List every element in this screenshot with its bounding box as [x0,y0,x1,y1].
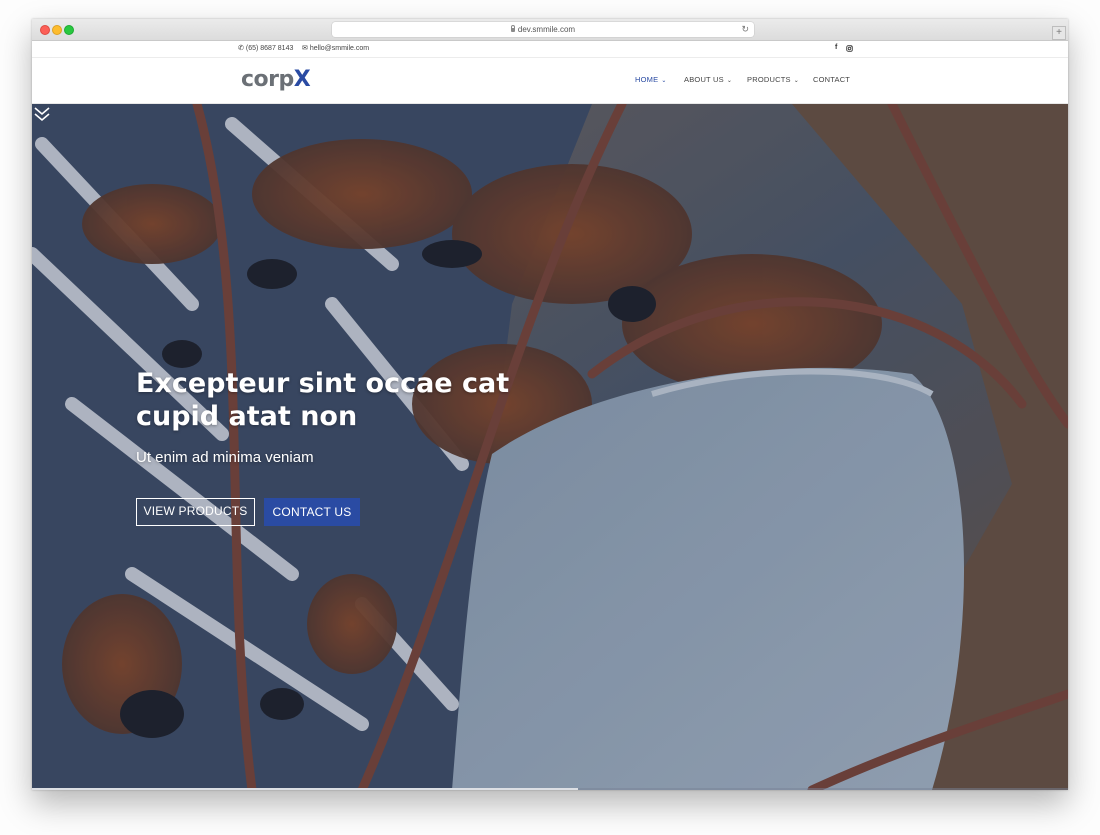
chevron-down-icon: ⌄ [661,77,667,84]
chevron-down-icon: ⌄ [793,77,799,84]
nav-products-label: PRODUCTS [747,75,791,84]
close-window-button[interactable] [40,25,50,35]
site-header: corpX HOME ⌄ ABOUT US ⌄ PRODUCTS ⌄ CONTACT [32,58,1068,104]
screen: dev.smmile.com ↻ + ✆ (65) 8687 8143 ✉ he… [0,0,1100,835]
address-bar[interactable]: dev.smmile.com ↻ [332,22,754,37]
facebook-icon[interactable]: f [835,44,837,51]
top-info-bar: ✆ (65) 8687 8143 ✉ hello@smmile.com f [32,41,1068,58]
email-contact[interactable]: ✉ hello@smmile.com [302,45,369,53]
chevron-down-icon: ⌄ [726,77,733,84]
logo-accent: X [293,67,311,92]
nav-home[interactable]: HOME ⌄ [635,75,667,84]
minimize-window-button[interactable] [52,25,62,35]
slider-progress-bar [32,788,1068,790]
contact-us-button[interactable]: CONTACT US [264,498,360,526]
phone-number: (65) 8687 8143 [245,45,294,52]
nav-contact-label: CONTACT [813,75,851,84]
hero-section: Excepteur sint occae cat cupid atat non … [32,104,1068,790]
view-products-button[interactable]: VIEW PRODUCTS [136,498,255,526]
browser-window: dev.smmile.com ↻ + ✆ (65) 8687 8143 ✉ he… [32,19,1068,790]
slider-progress-fill [32,788,578,790]
site-logo[interactable]: corpX [241,67,311,92]
nav-about-us[interactable]: ABOUT US ⌄ [684,75,732,84]
hero-headline: Excepteur sint occae cat cupid atat non [136,368,510,432]
nav-about-label: ABOUT US [684,75,724,84]
maximize-window-button[interactable] [64,25,74,35]
reload-icon[interactable]: ↻ [741,22,749,37]
phone-contact[interactable]: ✆ (65) 8687 8143 [238,45,293,53]
nav-contact[interactable]: CONTACT [813,75,850,84]
nav-home-label: HOME [635,75,659,84]
double-chevron-down-icon[interactable] [32,104,52,124]
instagram-icon[interactable] [846,44,853,53]
email-address: hello@smmile.com [309,45,370,52]
envelope-icon: ✉ [302,45,308,52]
new-tab-button[interactable]: + [1052,26,1066,40]
hero-subheadline: Ut enim ad minima veniam [136,449,314,466]
lock-icon [510,25,516,32]
nav-products[interactable]: PRODUCTS ⌄ [747,75,799,84]
logo-text: corp [241,67,294,92]
browser-toolbar: dev.smmile.com ↻ + [32,19,1068,41]
url-text: dev.smmile.com [517,25,576,34]
hero-overlay [32,104,1068,790]
phone-icon: ✆ [238,45,244,52]
